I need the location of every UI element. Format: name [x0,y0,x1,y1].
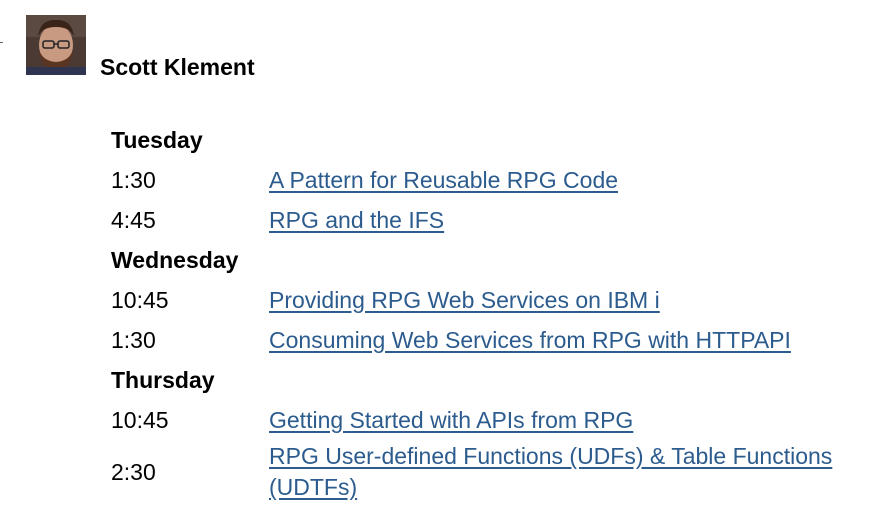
day-heading: Wednesday [111,246,239,273]
speaker-avatar [26,15,86,75]
day-heading: Tuesday [111,126,203,153]
schedule: Tuesday 1:30 A Pattern for Reusable RPG … [111,120,871,504]
avatar-photo [26,15,86,75]
session-title-link[interactable]: A Pattern for Reusable RPG Code [269,165,871,196]
session-title-link[interactable]: Providing RPG Web Services on IBM i [269,285,871,316]
session-row: 1:30 Consuming Web Services from RPG wit… [111,320,871,360]
edge-marker [0,42,3,43]
session-time: 4:45 [111,206,156,233]
session-title-link[interactable]: Consuming Web Services from RPG with HTT… [269,325,871,356]
session-row: 10:45 Getting Started with APIs from RPG [111,400,871,440]
session-time: 10:45 [111,286,169,313]
session-title-link[interactable]: RPG User-defined Functions (UDFs) & Tabl… [269,441,871,503]
speaker-name: Scott Klement [100,54,255,80]
session-row: 10:45 Providing RPG Web Services on IBM … [111,280,871,320]
session-time: 10:45 [111,406,169,433]
session-row: 4:45 RPG and the IFS [111,200,871,240]
session-row: 2:30 RPG User-defined Functions (UDFs) &… [111,440,871,504]
session-time: 1:30 [111,326,156,353]
session-row: 1:30 A Pattern for Reusable RPG Code [111,160,871,200]
session-time: 2:30 [111,458,156,485]
session-title-link[interactable]: Getting Started with APIs from RPG [269,405,871,436]
day-heading: Thursday [111,366,215,393]
session-title-link[interactable]: RPG and the IFS [269,205,871,236]
session-time: 1:30 [111,166,156,193]
